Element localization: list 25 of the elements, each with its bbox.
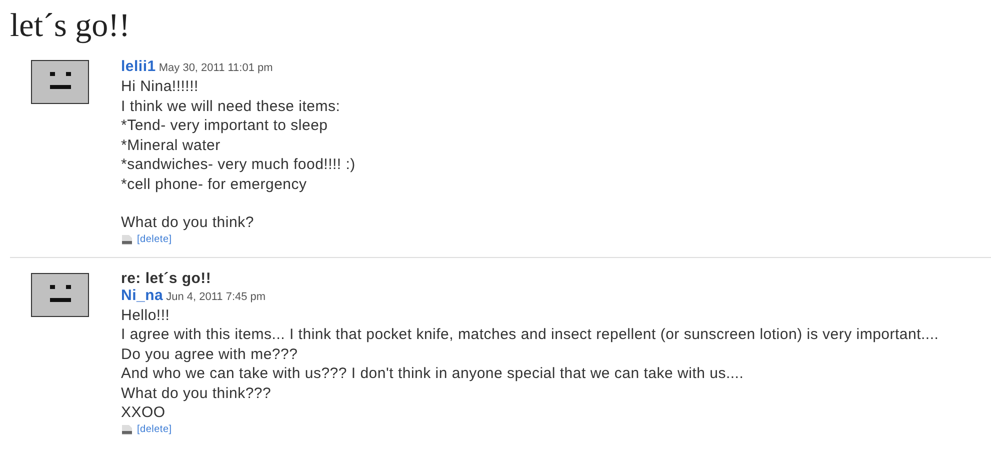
message-line: What do you think? [121, 213, 255, 232]
post-date: May 30, 2011 11:01 pm [158, 62, 273, 74]
message-line: I agree with this items... I think that pocket knife, matches and insect repellent (or sunscreen lotion) is very important.... [121, 325, 940, 344]
message-line: *Mineral water [121, 136, 222, 155]
message-line: *Tend- very important to sleep [121, 116, 329, 136]
message-line: Hi Nina!!!!!! [121, 77, 200, 96]
avatar-icon [31, 272, 89, 316]
message-line: XXOO [121, 403, 166, 422]
author-link[interactable]: lelii1 [121, 58, 156, 75]
message-line: What do you think??? [121, 384, 272, 403]
message-line: *cell phone- for emergency [121, 174, 308, 194]
document-icon [121, 234, 133, 244]
page-title: let´s go!! [10, 8, 132, 44]
post-date: Jun 4, 2011 7:45 pm [166, 290, 266, 302]
post-subject: re: let´s go!! [121, 270, 212, 286]
document-icon [121, 424, 133, 434]
avatar-icon [31, 60, 89, 104]
message-line: I think we will need these items: [121, 96, 342, 116]
message-line: Hello!!! [121, 306, 171, 325]
author-link[interactable]: Ni_na [121, 286, 164, 304]
delete-link[interactable]: [delete] [137, 232, 172, 246]
message-line: *sandwiches- very much food!!!! :) [121, 155, 356, 174]
message-line: Do you agree with me??? [121, 344, 299, 364]
message-line: And who we can take with us??? I don't think in anyone special that we can take with us.... [121, 364, 745, 384]
delete-link[interactable]: [delete] [137, 422, 172, 436]
